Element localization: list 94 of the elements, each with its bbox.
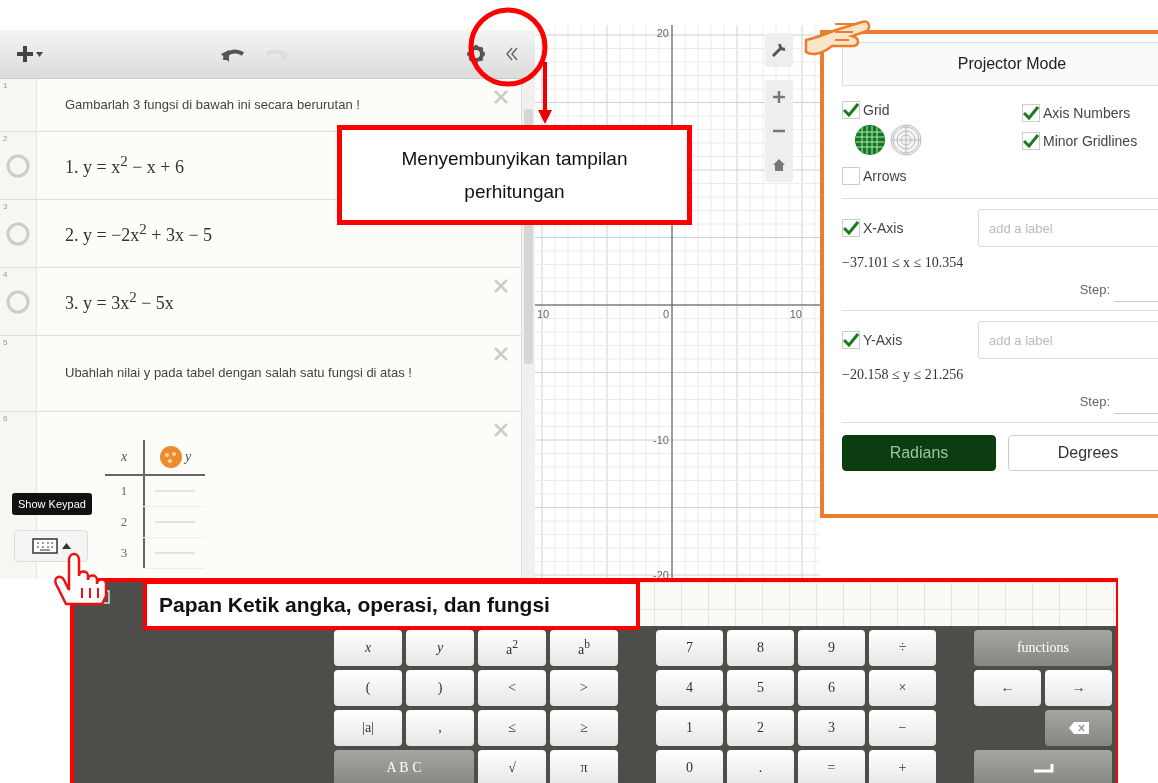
keypad-key[interactable]: y xyxy=(406,630,474,666)
plus-icon xyxy=(773,91,785,103)
row-number: 5 xyxy=(3,338,8,347)
keypad-key[interactable]: x xyxy=(334,630,402,666)
keypad-key[interactable]: |a| xyxy=(334,710,402,746)
axis-number: 10 xyxy=(789,308,802,320)
table-cell: 1 xyxy=(105,476,145,506)
row-number: 3 xyxy=(3,202,8,211)
keypad-key[interactable]: ≥ xyxy=(550,710,618,746)
backspace-key[interactable] xyxy=(1045,710,1112,746)
keypad-key[interactable]: < xyxy=(478,670,546,706)
axis-number: 0 xyxy=(662,308,669,320)
axis-range[interactable]: −20.158 ≤ y ≤ 21.256 xyxy=(842,367,1158,383)
settings-icon xyxy=(467,45,485,63)
keypad-key[interactable]: 7 xyxy=(656,630,723,666)
keypad-key[interactable]: = xyxy=(798,750,865,783)
home-icon xyxy=(773,159,785,171)
pointer-arrow xyxy=(538,62,552,124)
enter-key[interactable] xyxy=(974,750,1112,783)
checkbox-label: Grid xyxy=(863,102,890,118)
annotation-label: Papan Ketik angka, operasi, dan fungsi xyxy=(143,580,640,630)
keypad-key[interactable]: 0 xyxy=(656,750,723,783)
enter-icon xyxy=(1032,763,1054,773)
axis-label-field[interactable]: add a label xyxy=(978,321,1158,359)
keypad-key[interactable]: 1 xyxy=(656,710,723,746)
checkbox-label: X-Axis xyxy=(863,220,904,236)
row-number: 2 xyxy=(3,134,8,143)
keypad-key[interactable]: 9 xyxy=(798,630,865,666)
step-label: Step: xyxy=(1079,394,1110,409)
note-text: Ubahlah nilai y pada tabel dengan salah satu fungsi di atas ! xyxy=(65,364,412,383)
axis-label-field[interactable]: add a label xyxy=(978,209,1158,247)
checkbox-label: Arrows xyxy=(863,168,907,184)
keypad-key[interactable]: ) xyxy=(406,670,474,706)
column-header: x xyxy=(120,449,128,465)
math-expression[interactable]: 3. y = 3x$^{2}$ − 5x xyxy=(65,289,174,314)
checkbox[interactable] xyxy=(1022,104,1040,122)
keypad-key[interactable]: 5 xyxy=(727,670,794,706)
axis-range[interactable]: −37.101 ≤ x ≤ 10.354 xyxy=(842,255,1158,271)
color-dots-icon[interactable] xyxy=(158,445,183,469)
angle-unit-button[interactable]: Radians xyxy=(842,435,996,471)
keypad-key[interactable]: a$^{2}$ xyxy=(478,630,546,666)
checkbox[interactable] xyxy=(842,219,860,237)
step-label: Step: xyxy=(1079,282,1110,297)
row-number: 1 xyxy=(3,81,8,90)
axis-number: 20 xyxy=(656,27,669,39)
minus-icon xyxy=(773,129,785,133)
column-header: y xyxy=(184,449,192,465)
checkbox-label: Minor Gridlines xyxy=(1043,133,1138,149)
checkbox[interactable] xyxy=(842,331,860,349)
checkbox[interactable] xyxy=(842,101,860,119)
annotation-tooltip: Menyembunyikan tampilan perhitungan xyxy=(337,125,692,225)
checkbox[interactable] xyxy=(842,167,860,185)
table-cell: 3 xyxy=(105,538,145,568)
note-text: Gambarlah 3 fungsi di bawah ini secara berurutan ! xyxy=(65,95,360,114)
projector-mode-button[interactable]: Projector Mode xyxy=(842,42,1158,86)
checkbox-label: Axis Numbers xyxy=(1043,105,1131,121)
keyboard-icon xyxy=(31,538,58,554)
checkbox-label: Y-Axis xyxy=(863,332,903,348)
keypad-key[interactable]: a$^{b}$ xyxy=(550,630,618,666)
keypad-key[interactable]: 8 xyxy=(727,630,794,666)
axis-number: -10 xyxy=(653,434,669,446)
axis-number: 10 xyxy=(537,308,550,320)
keypad-key[interactable]: 6 xyxy=(798,670,865,706)
keypad-key[interactable]: ÷ xyxy=(869,630,936,666)
double-chevron-icon xyxy=(505,47,519,61)
keypad-key[interactable]: ≤ xyxy=(478,710,546,746)
caret-icon xyxy=(36,51,43,57)
caret-icon xyxy=(61,543,71,549)
tooltip: Show Keypad xyxy=(12,493,92,515)
angle-unit-button[interactable]: Degrees xyxy=(1008,435,1158,471)
keypad-key[interactable]: + xyxy=(869,750,936,783)
keypad-key[interactable]: − xyxy=(869,710,936,746)
math-expression[interactable]: 2. y = −2x$^{2}$ + 3x − 5 xyxy=(65,221,213,246)
cartesian-grid-icon[interactable] xyxy=(854,124,886,156)
keypad-key[interactable]: √ xyxy=(478,750,546,783)
keypad-key[interactable]: π xyxy=(550,750,618,783)
keypad-key[interactable]: , xyxy=(406,710,474,746)
math-expression[interactable]: 1. y = x$^{2}$ − x + 6 xyxy=(65,153,184,178)
row-number: 6 xyxy=(3,414,8,423)
keypad-key[interactable]: > xyxy=(550,670,618,706)
plus-icon xyxy=(16,45,34,63)
backspace-icon xyxy=(1068,722,1089,734)
table-cell: 2 xyxy=(105,507,145,537)
keypad-key[interactable]: . xyxy=(727,750,794,783)
keypad-key[interactable]: 2 xyxy=(727,710,794,746)
wrench-icon xyxy=(771,42,787,58)
keypad-key[interactable]: 3 xyxy=(798,710,865,746)
keypad-key[interactable]: ← xyxy=(974,670,1041,706)
row-number: 4 xyxy=(3,270,8,279)
keypad-key[interactable]: × xyxy=(869,670,936,706)
keypad-key[interactable]: → xyxy=(1045,670,1112,706)
keypad-key[interactable]: 4 xyxy=(656,670,723,706)
keypad-key[interactable]: ( xyxy=(334,670,402,706)
checkbox[interactable] xyxy=(1022,132,1040,150)
